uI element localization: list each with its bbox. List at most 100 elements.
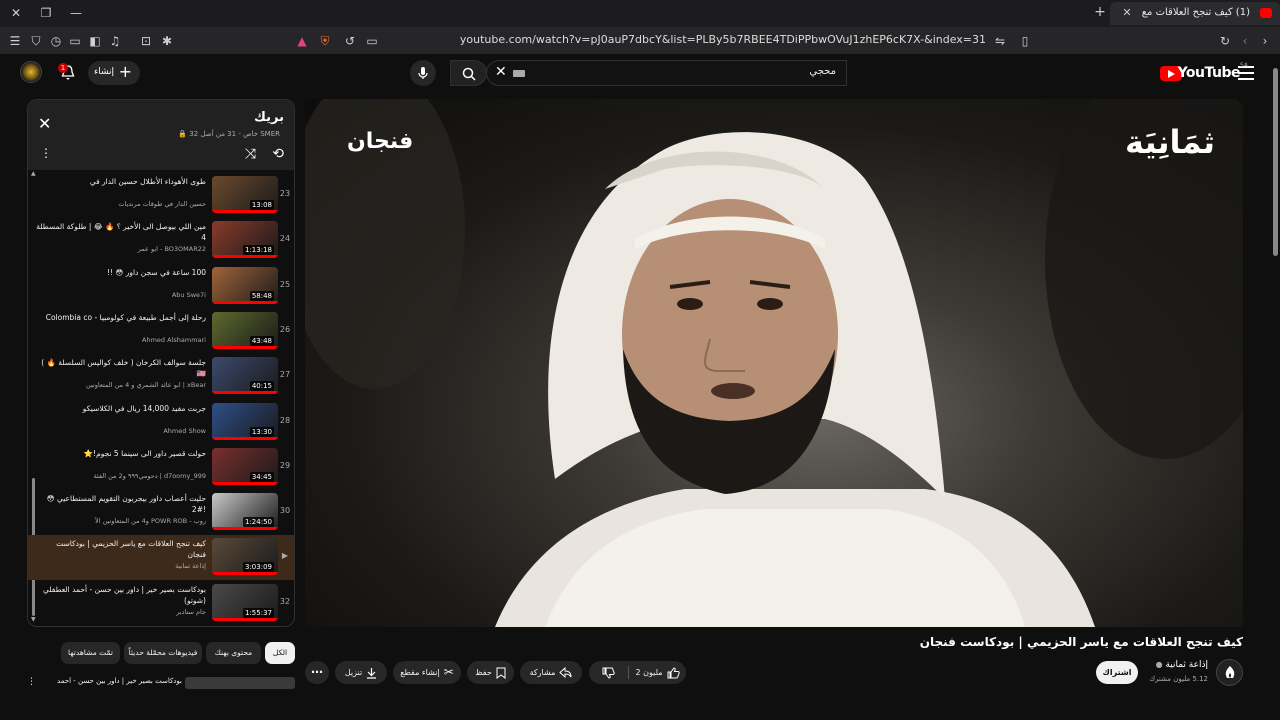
tab-close-icon[interactable]: ✕	[1119, 6, 1135, 19]
browser-tab-active[interactable]: ✕ (1) كيف تنجح العلاقات مع ياسر	[1110, 2, 1280, 25]
clip-button[interactable]: إنشاء مقطع ✂	[393, 661, 461, 684]
save-label: حفظ	[475, 668, 492, 677]
page-scroll-thumb[interactable]	[1273, 68, 1278, 256]
maximize-window-icon[interactable]: ❐	[36, 4, 56, 22]
search-button[interactable]	[450, 60, 487, 86]
create-button[interactable]: إنشاء +	[88, 61, 140, 85]
reload-page-icon[interactable]: ↺	[342, 33, 358, 49]
playlist-item-title: جلسة سوالف الكرخان ( خلف كواليس السلسلة …	[41, 358, 206, 379]
playlist-item[interactable]: 24 1:13:18 مين اللي بيوصل الى الأخير ؟ 🔥 😂…	[28, 218, 294, 263]
shield-icon[interactable]: ⛉	[28, 33, 44, 49]
playlist-item-thumbnail: 1:55:37	[212, 583, 278, 621]
playlist-item-index: 28	[279, 415, 291, 425]
clear-search-icon[interactable]: ✕	[495, 64, 507, 80]
channel-name[interactable]: إذاعة ثمانية ●	[1156, 660, 1208, 670]
watched-progress-bar	[212, 345, 278, 349]
more-vertical-icon[interactable]: ⋮	[27, 677, 36, 687]
playlist-item-title: بودكاست بصير خير | داور بين حسن - أحمد ا…	[43, 584, 206, 605]
download-button[interactable]: تنزيل	[335, 661, 387, 684]
channel-avatar[interactable]	[1216, 659, 1243, 686]
playlist-item-thumbnail: 43:48	[212, 311, 278, 349]
playlist-item-index: 29	[279, 460, 291, 470]
share-button[interactable]: مشاركة	[520, 661, 582, 684]
dislike-button[interactable]	[589, 661, 627, 684]
sidebar-icon[interactable]: ◧	[87, 33, 103, 49]
keyboard-icon[interactable]	[513, 70, 525, 77]
clip-label: إنشاء مقطع	[400, 668, 440, 677]
thmanyah-logo: ثمَانِيَة	[1125, 123, 1215, 161]
playlist-item-duration: 1:55:37	[243, 607, 274, 618]
next-list-item[interactable]: ⋮ بودكاست بصير خير | داور بين حسن - أحمد	[27, 677, 295, 689]
back-arrow-icon[interactable]: ‹	[1237, 33, 1253, 49]
reader-mode-icon[interactable]: ▭	[364, 33, 380, 49]
playlist-title[interactable]: بريك	[254, 110, 284, 125]
playlist-item[interactable]: 26 43:48 رحلة إلى أجمل طبيعة في كولومبيا -…	[28, 309, 294, 354]
extensions-icon[interactable]: ✱	[159, 33, 175, 49]
channel-logo-icon	[1225, 666, 1235, 678]
playlist-item-title: 100 ساعة في سجن داور 😳 !!	[107, 267, 206, 277]
video-player[interactable]: فنجان ثمَانِيَة	[305, 99, 1243, 627]
video-frame-speaker	[305, 99, 1243, 627]
playlist-item[interactable]: 23 13:08 طوى الأهوداء الأطلال حسين الدار ف…	[28, 173, 294, 218]
bookmark-save-icon	[496, 667, 506, 679]
address-bar[interactable]: youtube.com/watch?v=pJ0auP7dbcY&list=PLB…	[380, 31, 1020, 50]
thumbs-up-icon	[667, 666, 680, 678]
refresh-icon[interactable]: ↻	[1217, 33, 1233, 49]
close-playlist-icon[interactable]: ✕	[38, 114, 51, 133]
tabs-icon[interactable]: ▭	[67, 33, 83, 49]
playlist-item[interactable]: 28 13:30 جربت مفيد 14,000 ريال في الكلاسيك…	[28, 400, 294, 445]
playlist-item-now-playing[interactable]: ▶ 3:03:09 كيف تنجح العلاقات مع ياسر الحزيم…	[28, 535, 294, 581]
new-tab-button[interactable]: +	[1092, 4, 1108, 20]
account-avatar[interactable]	[20, 61, 42, 83]
playlist-item[interactable]: 25 58:48 100 ساعة في سجن داور 😳 !! Abu Swe7…	[28, 264, 294, 309]
music-icon[interactable]: ♫	[107, 33, 123, 49]
playlist-item[interactable]: 27 40:15 جلسة سوالف الكرخان ( خلف كواليس ا…	[28, 354, 294, 399]
playlist-item-channel: جام ستادير	[176, 607, 206, 616]
chip-from-channel[interactable]: محتوى بهنك	[206, 642, 261, 664]
hamburger-menu-icon[interactable]: ☰	[7, 33, 23, 49]
loop-icon[interactable]: ⟲	[272, 146, 284, 162]
playlist-item-index: 30	[279, 506, 291, 516]
voice-search-button[interactable]	[410, 60, 436, 86]
playlist-item-channel: حسين الدار في طوقات مرنديات	[118, 200, 206, 208]
like-dislike-group: 2 مليون	[589, 661, 686, 684]
playlist-item-thumbnail: 58:48	[212, 266, 278, 304]
chip-all[interactable]: الكل	[265, 642, 295, 664]
history-icon[interactable]: ◷	[48, 33, 64, 49]
playlist-item-thumbnail: 13:08	[212, 176, 278, 213]
playlist-item-index: 26	[279, 324, 291, 334]
close-window-icon[interactable]: ✕	[6, 4, 26, 22]
chip-watched[interactable]: تمّت مشاهدتها	[61, 642, 120, 664]
playlist-item-title: رحلة إلى أجمل طبيعة في كولومبيا - Colomb…	[45, 312, 206, 322]
brave-shield-icon[interactable]: ⛨	[317, 33, 333, 49]
playlist-item[interactable]: 30 1:24:50 حليت أعصاب داور بيجربون التقويم…	[28, 490, 294, 535]
search-input[interactable]: محجي ✕	[486, 60, 847, 86]
next-item-title: بودكاست بصير خير | داور بين حسن - أحمد	[57, 677, 182, 685]
subscribe-button[interactable]: اشتراك	[1096, 661, 1138, 684]
minimize-window-icon[interactable]: —	[66, 4, 86, 22]
scroll-down-arrow-icon[interactable]: ▼	[31, 616, 36, 623]
playlist-item[interactable]: 32 1:55:37 بودكاست بصير خير | داور بين حسن…	[28, 581, 294, 626]
playlist-item-duration: 13:30	[249, 426, 274, 437]
like-button[interactable]: 2 مليون	[629, 661, 686, 684]
save-button[interactable]: حفظ	[467, 661, 514, 684]
playlist-item[interactable]: 29 34:45 حولت قصير داور الى سينما 5 نجوم!⭐…	[28, 445, 294, 490]
lock-icon: 🔒	[178, 130, 188, 138]
chip-recently-uploaded[interactable]: فيديوهات محمّلة حديثاً	[124, 642, 202, 664]
playlist-item-channel: Abu Swe7i	[171, 290, 206, 299]
playlist-item-thumbnail: 13:30	[212, 402, 278, 440]
playlist-item-thumbnail: 1:13:18	[212, 221, 278, 259]
video-title: كيف تنجح العلاقات مع ياسر الحزيمي | بودك…	[919, 635, 1243, 649]
verified-check-icon: ●	[1155, 660, 1163, 669]
plus-icon: +	[118, 62, 132, 81]
shuffle-icon[interactable]: ⤨	[245, 146, 256, 162]
brave-rewards-icon[interactable]: ▲	[294, 33, 310, 49]
thumbs-down-icon	[602, 667, 615, 679]
more-vertical-icon[interactable]: ⋮	[40, 146, 52, 160]
playlist-item-channel: روب - POWR ROB و4 من المتعاونين الآ	[95, 517, 206, 526]
youtube-logo-text[interactable]: YouTube	[1178, 65, 1241, 81]
playlist-item-channel: BO3OMAR22 - ابو عمر	[137, 245, 206, 254]
more-actions-button[interactable]: ⋯	[305, 661, 329, 684]
screenshot-icon[interactable]: ⊡	[138, 33, 154, 49]
forward-arrow-icon[interactable]: ›	[1257, 33, 1273, 49]
